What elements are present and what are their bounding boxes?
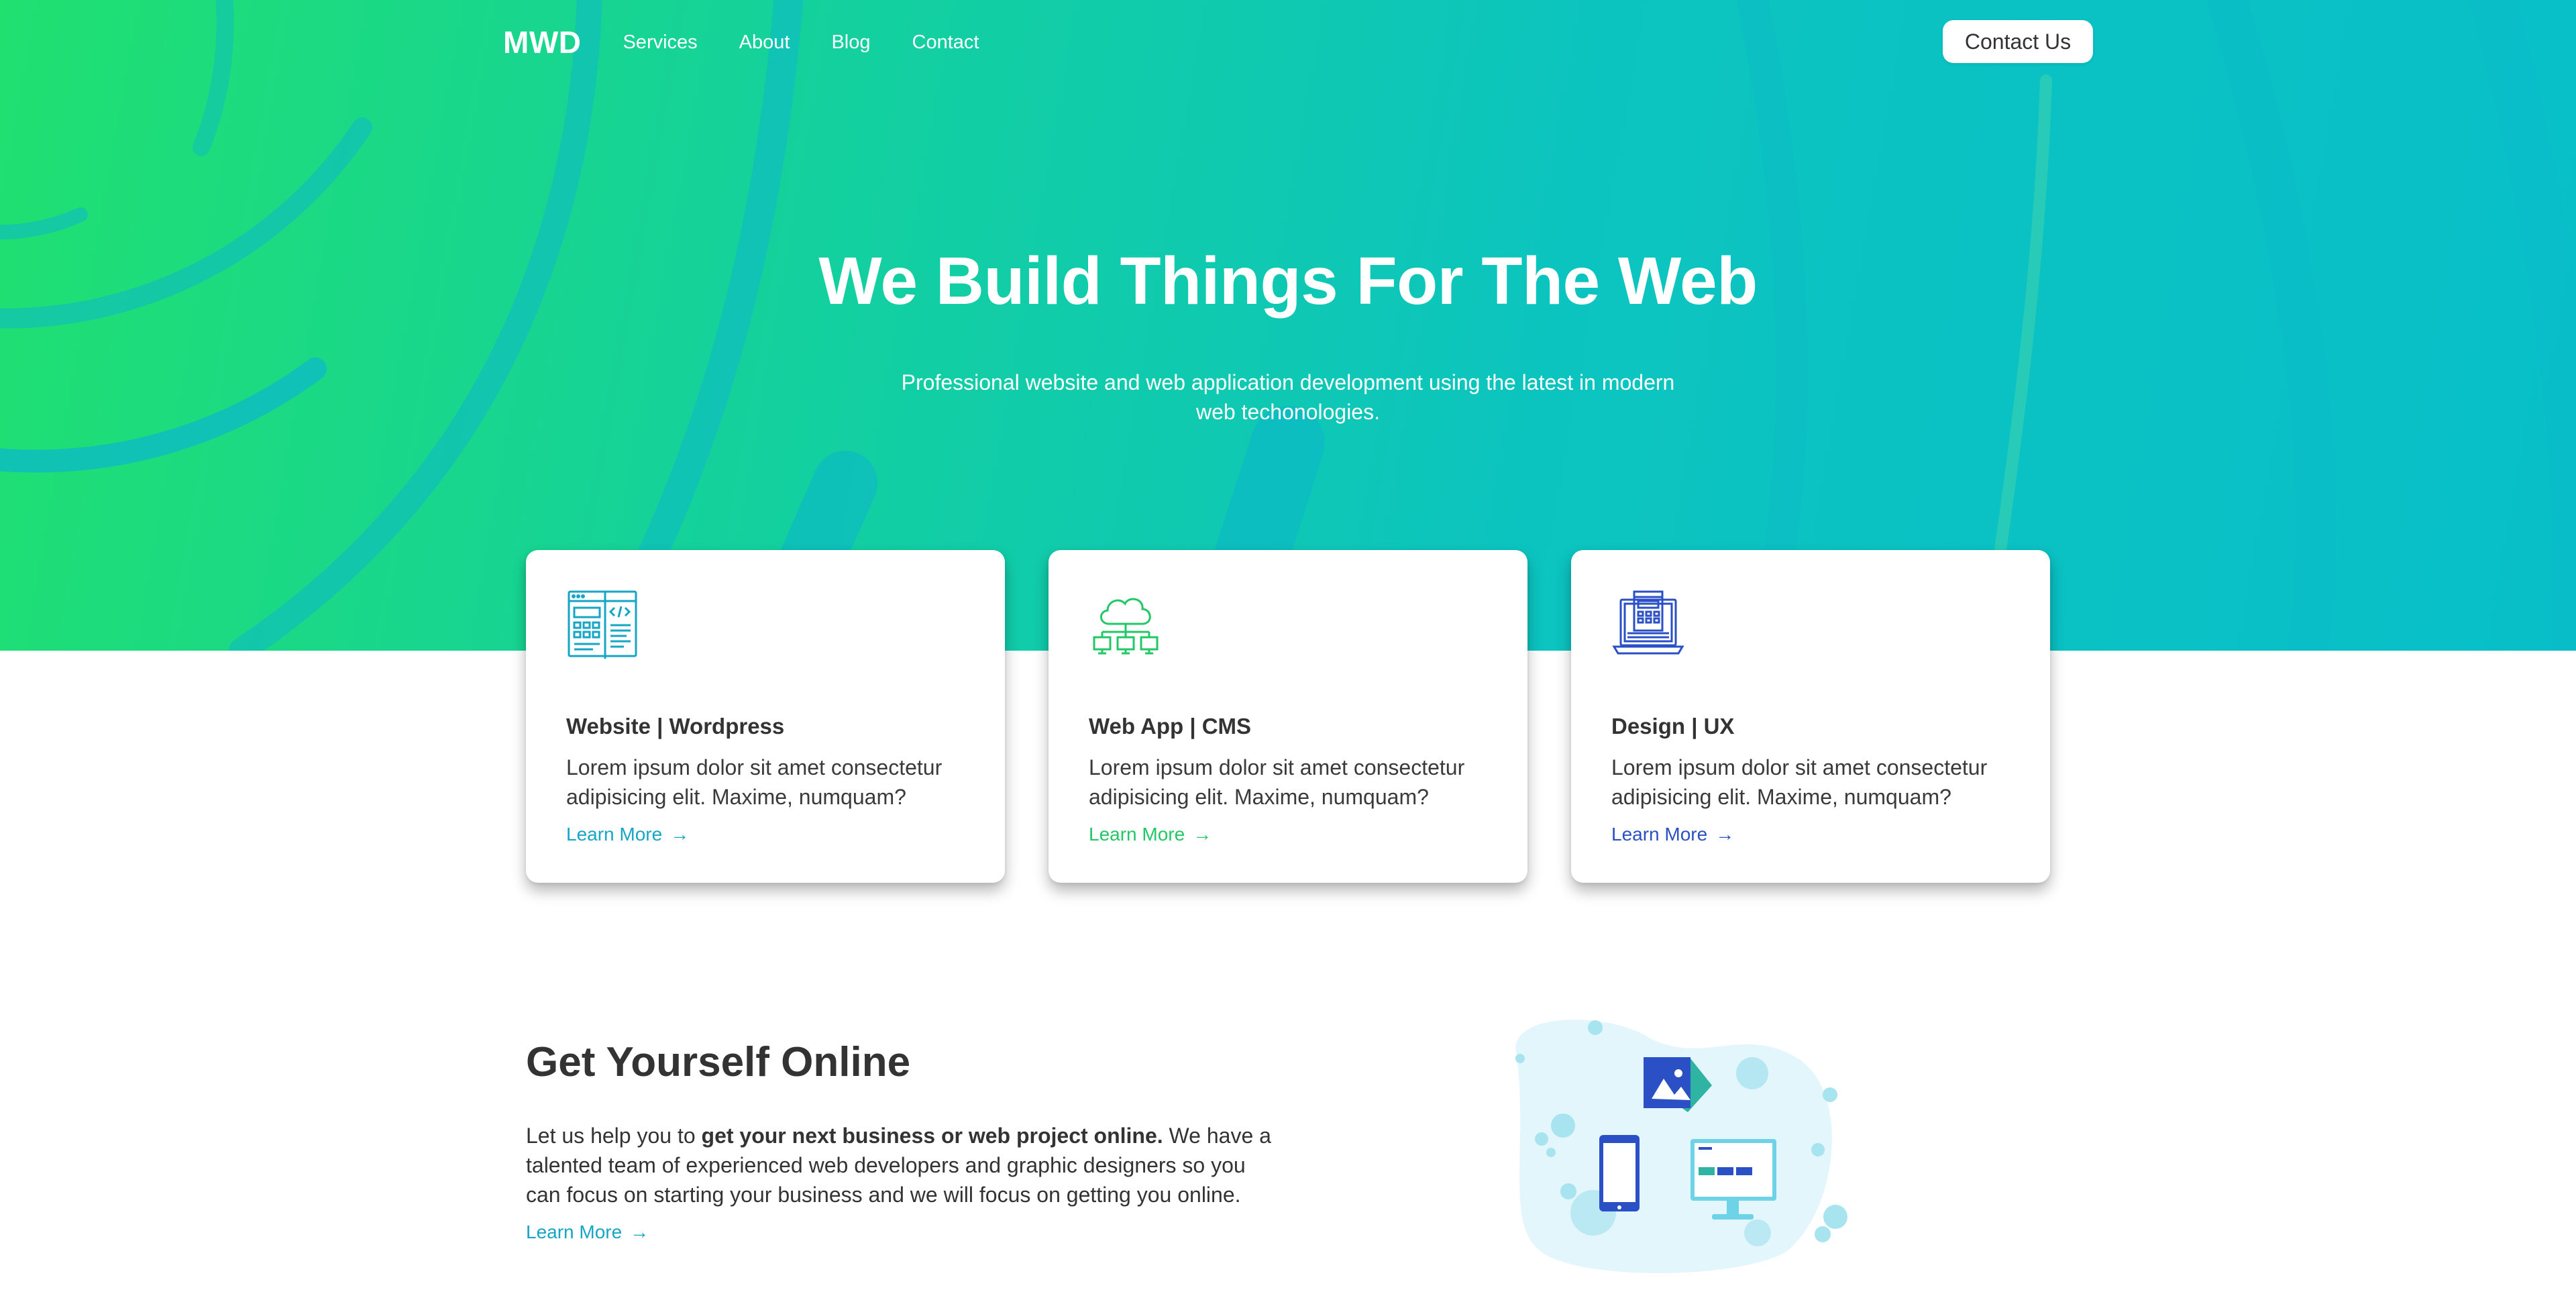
arrow-right-icon: → bbox=[1193, 824, 1212, 845]
card-title: Website | Wordpress bbox=[566, 714, 785, 739]
cloud-network-icon bbox=[1093, 598, 1159, 655]
contact-us-button[interactable]: Contact Us bbox=[1943, 20, 2093, 63]
service-card-design: Design | UX Lorem ipsum dolor sit amet c… bbox=[1571, 550, 2050, 883]
learn-more-label: Learn More bbox=[566, 824, 663, 845]
learn-more-link-design[interactable]: Learn More → bbox=[1611, 824, 1734, 845]
nav-link-about[interactable]: About bbox=[739, 32, 790, 54]
card-title: Web App | CMS bbox=[1089, 714, 1252, 739]
services-cards: Website | Wordpress Lorem ipsum dolor si… bbox=[526, 550, 2050, 883]
learn-more-link-webapp[interactable]: Learn More → bbox=[1089, 824, 1212, 845]
logo[interactable]: MWD bbox=[503, 24, 581, 60]
nav-link-blog[interactable]: Blog bbox=[831, 32, 870, 54]
nav-link-contact[interactable]: Contact bbox=[912, 32, 979, 54]
website-code-icon bbox=[568, 590, 637, 659]
top-navigation: MWD Services About Blog Contact bbox=[503, 19, 1020, 66]
card-title: Design | UX bbox=[1611, 714, 1735, 739]
card-text: Lorem ipsum dolor sit amet consectetur a… bbox=[566, 755, 943, 809]
hero-title: We Build Things For The Web bbox=[818, 243, 1758, 319]
hero-subtitle: Professional website and web application… bbox=[901, 370, 1675, 424]
card-text: Lorem ipsum dolor sit amet consectetur a… bbox=[1611, 755, 1988, 809]
service-card-webapp: Web App | CMS Lorem ipsum dolor sit amet… bbox=[1049, 550, 1527, 883]
arrow-right-icon: → bbox=[670, 824, 690, 845]
learn-more-link-online[interactable]: Learn More → bbox=[526, 1222, 649, 1243]
section-title: Get Yourself Online bbox=[526, 1039, 911, 1085]
devices-illustration bbox=[1515, 1020, 1847, 1273]
learn-more-link-website[interactable]: Learn More → bbox=[566, 824, 689, 845]
learn-more-label: Learn More bbox=[1089, 824, 1185, 845]
get-online-section: Get Yourself Online Let us help you to g… bbox=[526, 1038, 1277, 1243]
service-card-website: Website | Wordpress Lorem ipsum dolor si… bbox=[526, 550, 1005, 883]
laptop-design-icon bbox=[1612, 590, 1684, 655]
section-text: Let us help you to get your next busines… bbox=[526, 1124, 1271, 1207]
card-text: Lorem ipsum dolor sit amet consectetur a… bbox=[1089, 755, 1465, 809]
arrow-right-icon: → bbox=[630, 1222, 649, 1242]
nav-link-services[interactable]: Services bbox=[623, 32, 697, 54]
arrow-right-icon: → bbox=[1715, 824, 1735, 845]
learn-more-label: Learn More bbox=[1611, 824, 1708, 845]
learn-more-label: Learn More bbox=[526, 1222, 623, 1242]
